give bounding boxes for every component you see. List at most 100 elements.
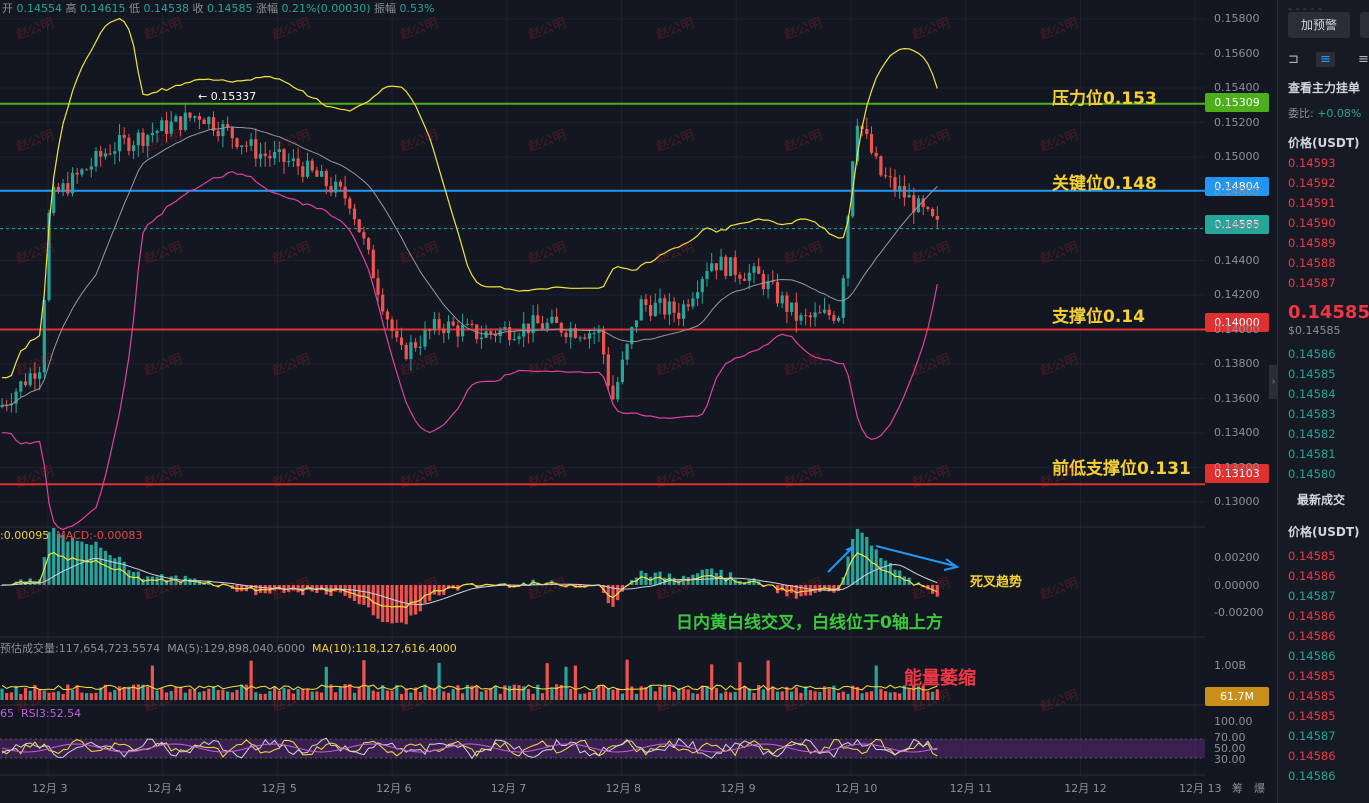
open-value: 0.14554: [16, 2, 63, 15]
candle-body: [653, 302, 657, 316]
extra-button[interactable]: [1360, 12, 1369, 38]
volume-bar: [733, 691, 737, 700]
trade-row: 0.14586: [1288, 649, 1336, 663]
candle-body: [404, 344, 408, 360]
candle-body: [719, 256, 723, 271]
candle-body: [305, 160, 310, 177]
trade-row: 0.14586: [1288, 629, 1336, 643]
volume-bar: [47, 692, 51, 700]
macd-bar: [352, 585, 357, 601]
volume-bar: [61, 693, 65, 700]
candle-body: [808, 315, 812, 318]
candle-body: [691, 298, 695, 307]
candle-body: [66, 183, 70, 194]
order-book-panel: › - - - - - 加预警 ⊐ ≡ ≡ 查看主力挂单 委比: +0.08% …: [1269, 0, 1369, 803]
rsi-axis-100: 100.00: [1214, 715, 1253, 728]
candle-body: [672, 301, 676, 313]
candle-body: [179, 116, 183, 130]
candle-body: [352, 208, 357, 220]
macd-value: MACD:-0.00083: [56, 529, 143, 542]
volume-bar: [498, 693, 502, 700]
volume-bar: [700, 685, 704, 700]
chip-toggle[interactable]: 筹: [1232, 780, 1243, 796]
bid-row: 0.14584: [1288, 387, 1336, 401]
liquidation-toggle[interactable]: 爆: [1254, 780, 1265, 796]
candle-body: [677, 312, 681, 319]
candle-body: [926, 207, 930, 209]
layout-icon-2[interactable]: ≡: [1316, 52, 1335, 67]
volume-bar: [174, 686, 178, 700]
panel-collapse-handle[interactable]: ›: [1269, 365, 1278, 399]
volume-bar: [606, 688, 610, 700]
volume-bar: [282, 687, 286, 700]
resistance-tag: 0.15309: [1205, 93, 1269, 112]
time-tick: 12月 4: [146, 782, 183, 795]
chart-canvas[interactable]: [0, 0, 1277, 803]
volume-bar: [926, 691, 930, 700]
candle-body: [710, 263, 714, 272]
trade-row: 0.14585: [1288, 689, 1336, 703]
volume-legend: 预估成交量:117,654,723.5574 MA(5):129,898,040…: [0, 640, 457, 656]
candle-body: [931, 208, 935, 217]
candle-body: [667, 301, 671, 315]
candle-body: [461, 324, 465, 337]
candle-body: [935, 216, 939, 220]
macd-bar: [869, 545, 874, 585]
volume-bar: [334, 692, 338, 700]
volume-bar: [320, 692, 324, 700]
trade-row: 0.14586: [1288, 749, 1336, 763]
volume-bar: [775, 691, 780, 700]
macd-bar: [414, 585, 418, 615]
candle-body: [89, 166, 93, 170]
bid-row: 0.14581: [1288, 447, 1336, 461]
volume-bar: [108, 692, 112, 700]
volume-bar: [315, 691, 319, 700]
bid-row: 0.14580: [1288, 467, 1336, 481]
layout-icon-3[interactable]: ≡: [1358, 52, 1369, 67]
volume-bar: [179, 686, 183, 700]
candle-body: [611, 385, 615, 400]
candle-body: [160, 120, 164, 131]
volume-bar: [653, 691, 657, 700]
volume-axis-top: 1.00B: [1214, 659, 1247, 672]
volume-bar: [545, 663, 549, 700]
candle-body: [620, 359, 624, 383]
candle-body: [700, 278, 704, 293]
candle-body: [587, 333, 592, 339]
candle-body: [799, 315, 803, 321]
macd-bar: [132, 572, 136, 585]
candle-body: [113, 151, 117, 154]
candle-body: [390, 319, 394, 332]
volume-bar: [489, 687, 493, 700]
time-tick: 12月 12: [1064, 782, 1107, 795]
volume-bar: [738, 662, 742, 700]
volume-bar: [0, 688, 4, 700]
candle-body: [573, 328, 577, 338]
candle-body: [338, 181, 342, 187]
volume-bar: [399, 693, 404, 700]
layout-icon-1[interactable]: ⊐: [1288, 52, 1299, 67]
candle-body: [108, 153, 112, 155]
add-alert-button[interactable]: 加预警: [1288, 12, 1350, 38]
ratio-label: 委比:: [1288, 107, 1314, 120]
candle-body: [747, 272, 751, 281]
ask-row: 0.14593: [1288, 156, 1336, 170]
macd-bar: [395, 585, 399, 623]
trades-list: 0.14585 0.14586 0.14587 0.14586 0.14586 0.145…: [1288, 546, 1336, 786]
candle-body: [583, 337, 587, 339]
macd-bar: [89, 544, 93, 585]
macd-bar: [893, 569, 897, 585]
resistance-label: 压力位0.153: [1052, 89, 1157, 109]
candle-body: [907, 195, 911, 198]
macd-bar: [879, 558, 883, 585]
chart-area[interactable]: 开 0.14554 高 0.14615 低 0.14538 收 0.14585 …: [0, 0, 1277, 803]
macd-annotation: 日内黄白线交叉，白线位于0轴上方: [676, 613, 943, 633]
candle-body: [409, 342, 413, 360]
volume-bar: [338, 686, 342, 700]
candle-body: [42, 299, 46, 373]
volume-bar: [846, 693, 850, 700]
candle-body: [127, 137, 131, 151]
latest-trades-title[interactable]: 最新成交: [1297, 491, 1345, 508]
volume-bar: [931, 691, 935, 700]
view-main-orders-link[interactable]: 查看主力挂单: [1288, 79, 1360, 96]
